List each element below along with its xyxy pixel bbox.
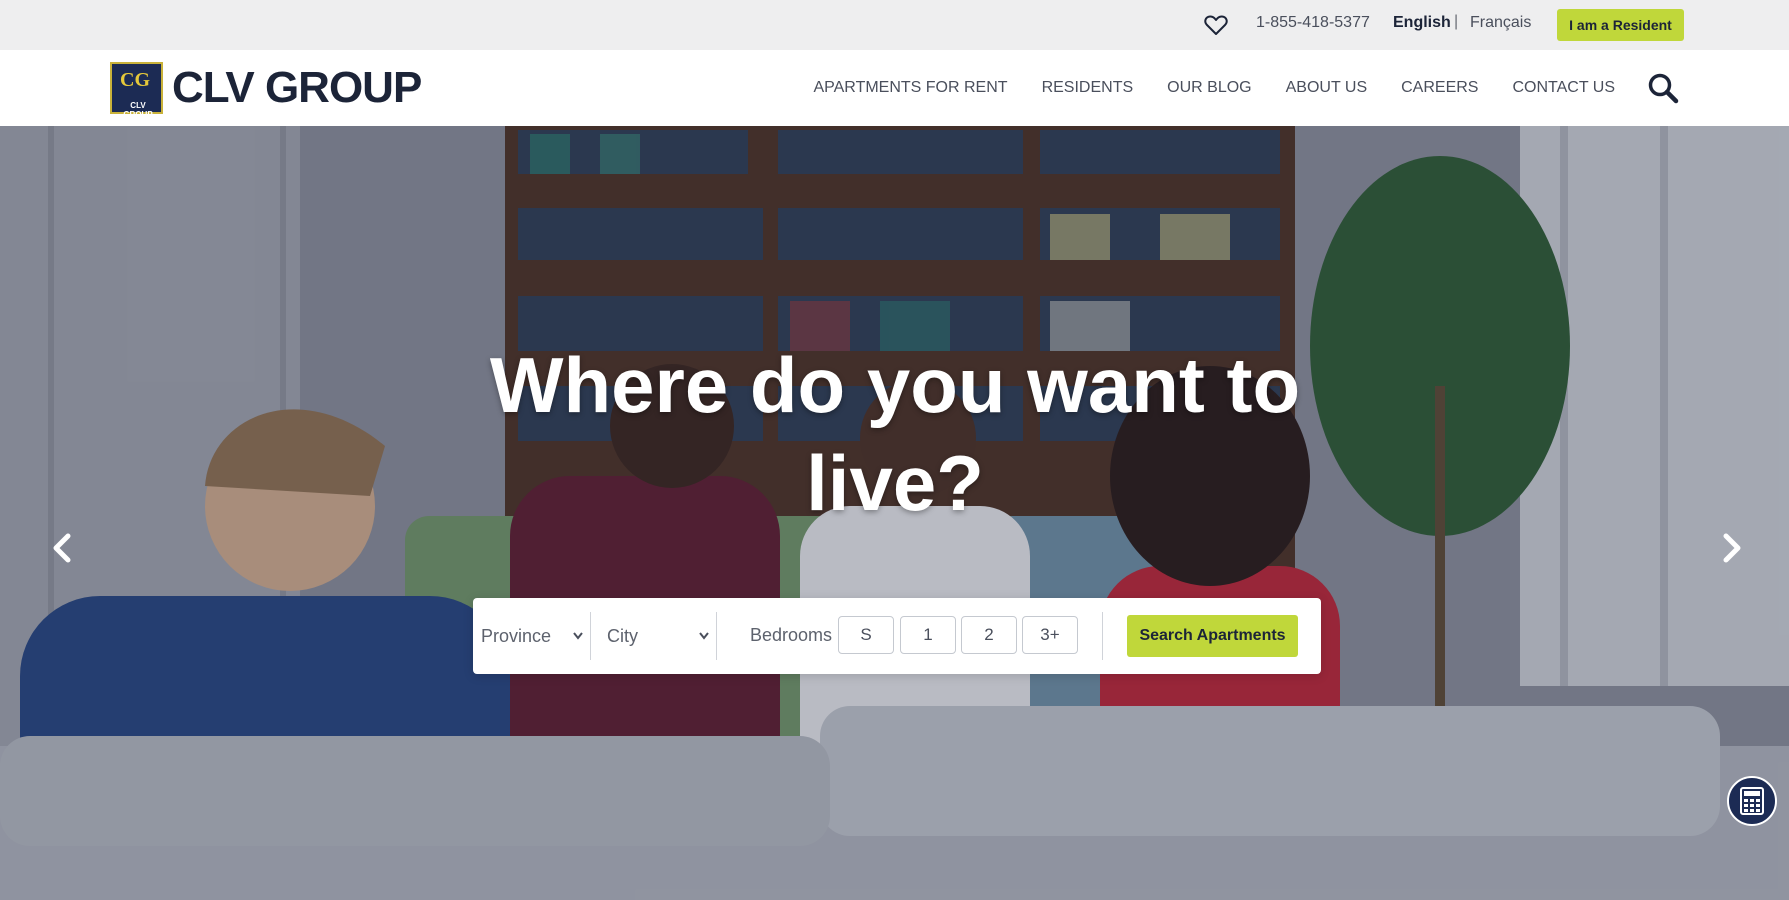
main-nav: CG CLV GROUP CLV GROUP APARTMENTS FOR RE… [0,50,1789,126]
bedroom-option-3-plus[interactable]: 3+ [1022,616,1078,654]
logo-badge[interactable]: CG CLV GROUP [110,62,163,119]
bedroom-option-2[interactable]: 2 [961,616,1017,654]
bedroom-option-studio[interactable]: S [838,616,894,654]
language-french-link[interactable]: Français [1470,14,1531,32]
language-english-link[interactable]: English [1393,14,1451,32]
utility-bar: 1-855-418-5377 English | Français I am a… [0,0,1789,50]
panel-divider [1102,612,1103,660]
nav-item-our-blog[interactable]: OUR BLOG [1167,79,1251,97]
hero-banner: Where do you want to live? Province City… [0,126,1789,900]
chevron-left-icon[interactable] [48,530,78,566]
city-select[interactable]: City [607,612,717,660]
hero-title: Where do you want to live? [489,341,1301,527]
province-select[interactable]: Province [481,612,591,660]
resident-button[interactable]: I am a Resident [1557,9,1684,41]
search-apartments-button[interactable]: Search Apartments [1127,615,1298,657]
language-separator: | [1454,13,1459,30]
province-select-value: Province [481,625,552,646]
chevron-right-icon[interactable] [1716,530,1746,566]
logo-wordmark[interactable]: CLV GROUP [172,62,422,114]
nav-item-apartments-for-rent[interactable]: APARTMENTS FOR RENT [813,79,1007,97]
primary-nav: APARTMENTS FOR RENT RESIDENTS OUR BLOG A… [813,50,1615,126]
nav-item-residents[interactable]: RESIDENTS [1042,79,1134,97]
heart-icon[interactable] [1204,14,1228,36]
bedroom-option-1[interactable]: 1 [900,616,956,654]
chevron-down-icon [698,629,710,643]
chevron-down-icon [572,629,584,643]
nav-item-about-us[interactable]: ABOUT US [1286,79,1368,97]
logo-mark: CG [120,69,150,91]
phone-number-link[interactable]: 1-855-418-5377 [1256,14,1370,32]
nav-item-careers[interactable]: CAREERS [1401,79,1478,97]
city-select-value: City [607,625,638,646]
search-icon[interactable] [1647,72,1679,104]
bedrooms-label: Bedrooms [750,625,833,645]
calculator-icon[interactable] [1727,776,1777,826]
nav-item-contact-us[interactable]: CONTACT US [1512,79,1615,97]
logo-badge-text: CLV GROUP [123,101,153,119]
apartment-search-panel: Province City Bedrooms S 1 2 3+ Search A… [473,598,1321,674]
